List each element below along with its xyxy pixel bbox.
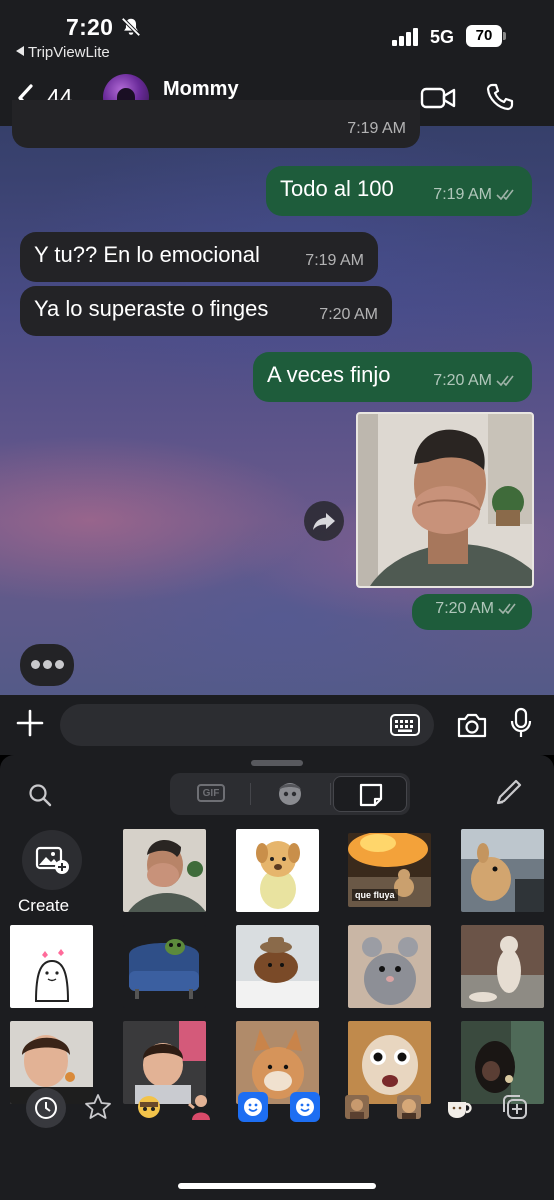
read-receipt-icon [496,375,514,386]
status-bar: 7:20 TripViewLite 5G 70 [0,0,554,70]
battery-icon: 70 [466,25,506,47]
message-outgoing[interactable]: Todo al 100 7:19 AM [266,166,532,216]
battery-level: 70 [466,25,502,47]
sticker-chihuahua-driving[interactable] [461,829,544,912]
sticker-cute-blob[interactable] [10,925,93,1008]
avatar-face-icon [279,783,301,805]
add-photo-icon [35,846,69,874]
message-text: A veces finjo [267,362,391,387]
status-time: 7:20 [66,14,114,40]
contact-name[interactable]: Mommy [163,78,239,101]
message-time: 7:19 AM [433,182,518,208]
read-receipt-icon [498,603,516,614]
emoji-pack-icon[interactable] [290,1092,320,1122]
character-sticker-pack-icon[interactable] [186,1092,216,1122]
create-circle [22,830,82,890]
back-app-label: TripViewLite [28,44,110,61]
bell-slash-icon [121,17,141,37]
microphone-icon[interactable] [510,707,532,739]
message-time: 7:20 AM [319,306,378,323]
keyboard-icon[interactable] [390,714,420,736]
sticker-chinchilla[interactable] [348,925,431,1008]
home-indicator[interactable] [178,1183,376,1189]
message-time: 7:20 AM [433,368,518,394]
video-call-icon[interactable] [420,86,456,110]
pencil-edit-icon[interactable] [492,775,526,809]
forward-button[interactable] [304,501,344,541]
add-sticker-pack-icon[interactable] [500,1092,530,1122]
sticker-cat-standing[interactable] [461,925,544,1008]
cellular-signal-icon [392,26,422,46]
message-incoming[interactable]: 7:19 AM [12,100,420,148]
photo-sticker-pack-icon[interactable] [394,1092,424,1122]
clock-icon [35,1097,57,1119]
sticker-yellow-puppy[interactable] [236,829,319,912]
sticker-type-tabs: GIF [170,773,410,815]
sticker-icon [359,783,383,807]
message-incoming[interactable]: Y tu?? En lo emocional 7:19 AM [20,232,378,282]
message-input[interactable] [60,704,434,746]
create-sticker-button[interactable]: Create [18,830,82,915]
sticker-caption: que fluya [352,889,398,901]
image-message[interactable] [356,412,534,588]
phone-call-icon[interactable] [485,82,515,112]
sticker-man-crying[interactable] [123,829,206,912]
tab-gif[interactable]: GIF [173,776,247,812]
coffee-cup-pack-icon[interactable] [444,1092,474,1122]
message-incoming[interactable]: Ya lo superaste o finges 7:20 AM [20,286,392,336]
cartoon-sticker-pack-icon[interactable] [134,1092,164,1122]
sticker-tray [0,1082,554,1134]
man-covering-face-photo [358,414,532,586]
message-time: 7:19 AM [347,120,406,137]
photo-sticker-pack-icon[interactable] [342,1092,372,1122]
forward-arrow-icon [313,513,335,530]
tab-avatar[interactable] [253,776,327,812]
plus-icon[interactable] [16,709,44,737]
sticker-dachshund-hat[interactable] [236,925,319,1008]
tab-stickers[interactable] [333,776,407,812]
back-to-app-link[interactable]: TripViewLite [16,44,110,61]
back-triangle-icon [16,46,24,56]
message-text: Y tu?? En lo emocional [34,242,260,267]
message-composer [0,695,554,755]
network-type: 5G [430,27,455,47]
search-icon[interactable] [28,783,52,807]
message-outgoing[interactable]: A veces finjo 7:20 AM [253,352,532,402]
sticker-dog-fire[interactable]: que fluya [348,833,431,907]
panel-grabber[interactable] [251,760,303,766]
create-label: Create [18,896,70,915]
image-timestamp-bubble: 7:20 AM [412,594,532,630]
sticker-frog-chair[interactable] [123,925,206,1008]
typing-indicator [20,644,74,686]
read-receipt-icon [496,189,514,200]
gif-icon: GIF [197,784,225,802]
camera-icon[interactable] [456,711,488,739]
star-icon[interactable] [83,1092,113,1122]
message-text: Ya lo superaste o finges [34,296,269,321]
message-time: 7:20 AM [435,596,520,622]
sticker-panel: GIF Create que fluya [0,755,554,1200]
message-time: 7:19 AM [305,252,364,269]
message-text: Todo al 100 [280,176,394,201]
emoji-pack-icon[interactable] [238,1092,268,1122]
recent-stickers-tab[interactable] [26,1088,66,1128]
